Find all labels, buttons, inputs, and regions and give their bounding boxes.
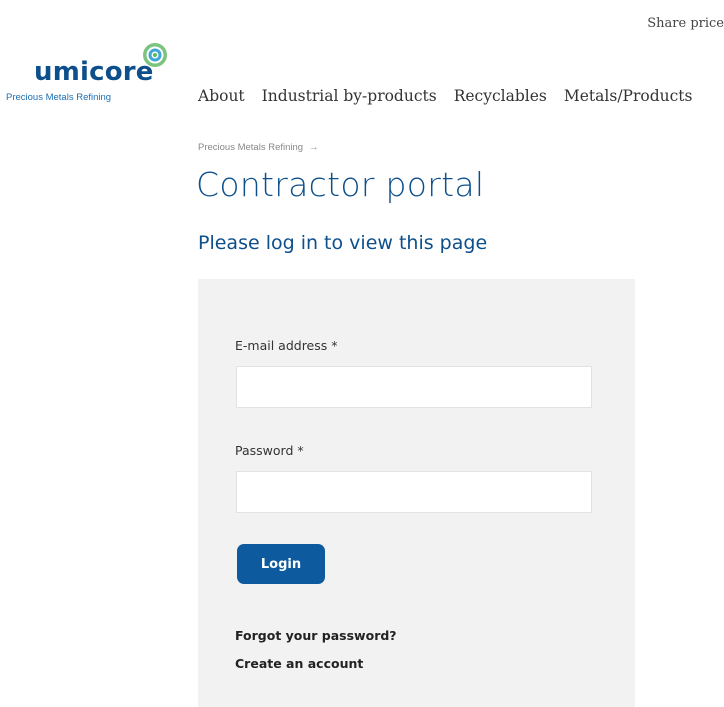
login-prompt-heading: Please log in to view this page [198, 232, 488, 254]
email-field[interactable] [236, 366, 592, 408]
password-field[interactable] [236, 471, 592, 513]
nav-item-metals-products[interactable]: Metals/Products [564, 87, 693, 105]
login-button[interactable]: Login [237, 544, 325, 584]
nav-item-industrial-by-products[interactable]: Industrial by-products [262, 87, 437, 105]
forgot-password-link[interactable]: Forgot your password? [235, 628, 397, 643]
logo-tagline: Precious Metals Refining [6, 92, 112, 103]
page-title: Contractor portal [196, 165, 485, 204]
page: Share price umicore Precious Metals Refi… [0, 0, 724, 707]
logo-wordmark: umicore [34, 57, 154, 87]
main-nav: About Industrial by-products Recyclables… [198, 87, 709, 105]
nav-item-about[interactable]: About [198, 87, 245, 105]
breadcrumb-link[interactable]: Precious Metals Refining [198, 142, 303, 153]
login-panel: E-mail address * Password * Login Forgot… [198, 279, 635, 707]
create-account-link[interactable]: Create an account [235, 656, 363, 671]
nav-item-recyclables[interactable]: Recyclables [454, 87, 547, 105]
password-label: Password * [235, 443, 304, 458]
breadcrumb: Precious Metals Refining → [198, 142, 319, 153]
share-price-link[interactable]: Share price [647, 16, 724, 31]
email-label: E-mail address * [235, 338, 338, 353]
arrow-right-icon: → [309, 142, 319, 153]
umicore-logo[interactable]: umicore Precious Metals Refining [6, 42, 174, 122]
